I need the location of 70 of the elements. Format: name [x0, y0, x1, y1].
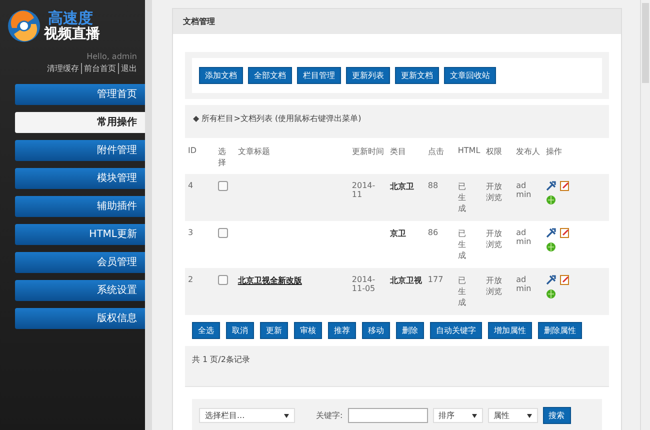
action-button[interactable]: 全选 — [192, 322, 220, 339]
column-header: ID — [185, 140, 215, 174]
action-button[interactable]: 取消 — [226, 322, 254, 339]
column-header: HTML — [454, 140, 484, 174]
action-button[interactable]: 审核 — [294, 322, 322, 339]
action-button[interactable]: 更新 — [260, 322, 288, 339]
table-cell: 2 — [185, 268, 215, 315]
search-button[interactable]: 搜索 — [542, 407, 571, 424]
table-cell: 北京卫 — [390, 182, 414, 191]
table-cell: 开放浏览 — [486, 275, 502, 297]
article-title-link[interactable]: 北京卫视全新改版 — [238, 276, 302, 285]
table-cell-text: admin — [516, 228, 532, 246]
column-header: 更新时间 — [348, 140, 387, 174]
sidebar-item[interactable]: HTML更新 — [15, 224, 145, 245]
user-link[interactable]: 前台首页 — [81, 63, 116, 74]
action-button[interactable]: 自动关键字 — [430, 322, 482, 339]
table-cell: 3 — [185, 221, 215, 268]
panel-title: 文档管理 — [173, 9, 621, 34]
sidebar-item[interactable]: 版权信息 — [15, 308, 145, 329]
table-cell: 86 — [424, 221, 455, 268]
greeting-text: Hello, admin — [86, 51, 138, 61]
keyword-label: 关键字: — [316, 410, 343, 421]
table-cell: 开放浏览 — [486, 181, 502, 203]
column-header: 选择 — [214, 140, 235, 174]
table-cell: 已生成 — [458, 181, 466, 214]
sidebar-item[interactable]: 附件管理 — [15, 140, 145, 161]
logo-title: 高速度 — [48, 10, 93, 27]
breadcrumb-text: ◆ 所有栏目>文档列表 (使用鼠标右键弹出菜单) — [185, 105, 609, 138]
toolbar-button[interactable]: 添加文档 — [199, 67, 243, 84]
action-button[interactable]: 推荐 — [328, 322, 356, 339]
table-cell: 北京卫视 — [390, 276, 422, 285]
column-select[interactable]: 选择栏目... — [199, 408, 295, 423]
action-button[interactable]: 删除属性 — [538, 322, 582, 339]
sidebar-item[interactable]: 辅助插件 — [15, 196, 145, 217]
action-button[interactable]: 删除 — [396, 322, 424, 339]
column-header: 权限 — [483, 140, 514, 174]
logo-subtitle: 视频直播 — [44, 26, 100, 42]
toolbar-button[interactable]: 更新列表 — [346, 67, 390, 84]
attribute-select[interactable]: 属性 — [488, 408, 538, 423]
pagination-text: 共 1 页/2条记录 — [192, 355, 250, 364]
table-cell: 已生成 — [458, 228, 466, 261]
column-header: 操作 — [543, 140, 609, 174]
toolbar-button[interactable]: 全部文档 — [248, 67, 292, 84]
table-cell: 开放浏览 — [486, 228, 502, 250]
toolbar-button[interactable]: 栏目管理 — [297, 67, 341, 84]
sidebar-item[interactable]: 模块管理 — [15, 168, 145, 189]
sidebar-item[interactable]: 管理首页 — [15, 84, 145, 105]
toolbar-button[interactable]: 文章回收站 — [444, 67, 496, 84]
user-link[interactable]: 清理缓存 — [47, 63, 79, 74]
table-cell: 京卫 — [390, 229, 406, 238]
column-header: 发布人 — [513, 140, 544, 174]
table-cell: 88 — [424, 174, 455, 221]
table-cell-text: admin — [516, 181, 532, 199]
table-cell: 177 — [424, 268, 455, 315]
action-button[interactable]: 移动 — [362, 322, 390, 339]
column-header: 文章标题 — [234, 140, 349, 174]
table-cell: 4 — [185, 174, 215, 221]
user-link[interactable]: 退出 — [118, 63, 137, 74]
column-header: 点击 — [424, 140, 455, 174]
toolbar-button[interactable]: 更新文档 — [395, 67, 439, 84]
column-header: 类目 — [386, 140, 425, 174]
table-cell-text: admin — [516, 275, 532, 293]
action-button[interactable]: 增加属性 — [488, 322, 532, 339]
table-cell: 已生成 — [458, 275, 466, 308]
sidebar-item[interactable]: 常用操作 — [15, 112, 145, 133]
sidebar-item[interactable]: 系统设置 — [15, 280, 145, 301]
table-cell: 2014-11-05 — [352, 275, 376, 293]
table-cell: 2014-11 — [352, 181, 376, 199]
sidebar-item[interactable]: 会员管理 — [15, 252, 145, 273]
order-select[interactable]: 排序 — [432, 408, 483, 423]
